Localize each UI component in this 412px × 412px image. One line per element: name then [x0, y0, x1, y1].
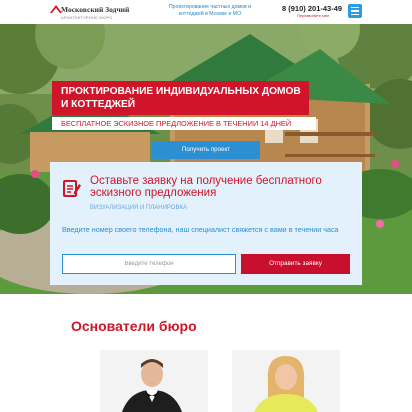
founder-photo-2 — [232, 350, 340, 412]
request-form-card: Оставьте заявку на получение бесплатного… — [50, 162, 362, 285]
phone-input[interactable] — [62, 254, 236, 274]
founder-portrait-male — [100, 350, 208, 412]
document-edit-icon — [63, 180, 81, 197]
logo-subtitle: АРХИТЕКТУРНОЕ БЮРО — [61, 15, 113, 20]
founder-photo-1 — [100, 350, 208, 412]
form-subtitle: ВИЗУАЛИЗАЦИЯ И ПЛАНИРОВКА — [90, 205, 187, 211]
founder-portrait-female — [232, 350, 340, 412]
form-description: Введите номер своего телефона, наш специ… — [62, 225, 339, 234]
menu-icon[interactable] — [348, 4, 362, 18]
form-title: Оставьте заявку на получение бесплатного… — [90, 175, 322, 199]
hero-subtitle: БЕСПЛАТНОЕ ЭСКИЗНОЕ ПРЕДЛОЖЕНИЕ В ТЕЧЕНИ… — [52, 117, 316, 130]
submit-request-button[interactable]: Отправить заявку — [241, 254, 350, 274]
header-tagline: Проектирование частных домов и коттеджей… — [168, 4, 252, 17]
callback-link[interactable]: Перезвоните мне — [297, 13, 329, 18]
site-header: Московский Зодчий АРХИТЕКТУРНОЕ БЮРО Про… — [0, 0, 412, 24]
header-phone[interactable]: 8 (910) 201-43-49 — [282, 4, 342, 13]
get-project-button[interactable]: Получить проект — [152, 141, 260, 159]
logo[interactable]: Московский Зодчий АРХИТЕКТУРНОЕ БЮРО — [50, 2, 160, 22]
hero-title: Проктирование индивидуальных домов и кот… — [52, 81, 309, 115]
logo-title: Московский Зодчий — [61, 5, 130, 14]
founders-title: Основатели бюро — [71, 318, 197, 334]
